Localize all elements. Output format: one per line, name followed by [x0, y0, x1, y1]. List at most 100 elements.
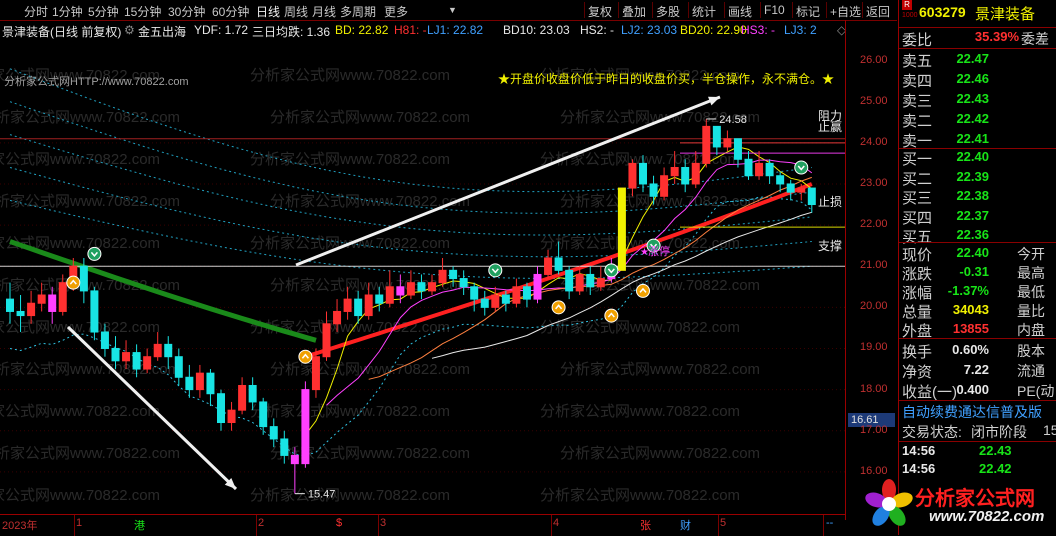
candle: [480, 298, 489, 308]
tick-row: 14:56 22.43: [902, 443, 1012, 458]
time-label: 张: [640, 520, 651, 532]
stop-profit-label: 止赢: [818, 119, 842, 134]
candle: [776, 175, 785, 185]
price-axis: 16.61 26.00 25.00 24.00 23.00 22.00 21.00 20.0…: [845, 20, 898, 520]
time-label: 财: [680, 520, 691, 532]
indicator-value-10: LJ3: 2: [784, 23, 817, 37]
candle: [375, 294, 384, 304]
candle: [670, 167, 679, 177]
ask-row[interactable]: 卖二 22.42: [899, 109, 1056, 130]
time-axis: 2023年 1 港 2 $3 4 张 财 5 --: [0, 514, 845, 536]
stat-row[interactable]: 外盘 13855 内盘: [899, 319, 1056, 340]
toolbar-4[interactable]: 30分钟: [168, 3, 205, 20]
svg-text:分析家公式网www.70822.com: 分析家公式网www.70822.com: [250, 403, 450, 420]
candle: [512, 286, 521, 304]
indicator-value-7: LJ2: 23.03: [621, 23, 678, 37]
weibi-row: 委比 35.39% 委差: [902, 29, 1049, 49]
stat2-row[interactable]: 换手 0.60% 股本: [899, 340, 1056, 361]
toolbar-9[interactable]: 多周期: [340, 3, 376, 20]
svg-text:分析家公式网www.70822.com: 分析家公式网www.70822.com: [0, 235, 160, 252]
star-icon: ★: [640, 247, 649, 258]
svg-text:分析家公式网www.70822.com: 分析家公式网www.70822.com: [250, 67, 450, 84]
candle: [206, 372, 215, 395]
ask-row[interactable]: 卖三 22.43: [899, 89, 1056, 110]
stat-row[interactable]: 涨幅 -1.37% 最低: [899, 281, 1056, 302]
sell-signal-icon: [87, 246, 102, 261]
bid-row[interactable]: 买三 22.38: [899, 186, 1056, 207]
kline-svg[interactable]: 分析家公式网www.70822.com 分析家公式网www.70822.com 分析…: [0, 40, 845, 513]
price-tick: 19.00: [860, 341, 888, 354]
ask-row[interactable]: 卖一 22.41: [899, 129, 1056, 150]
toolbar-right-3[interactable]: 统计: [692, 3, 716, 20]
settings-gear-icon[interactable]: ⚙: [124, 23, 135, 37]
stat2-row[interactable]: 净资 7.22 流通: [899, 360, 1056, 381]
toolbar-5[interactable]: 60分钟: [212, 3, 249, 20]
toolbar-right-6[interactable]: 标记: [796, 3, 820, 20]
auto-renew-banner[interactable]: 自动续费通达信普及版: [899, 401, 1056, 421]
toolbar-right-5[interactable]: F10: [764, 3, 785, 17]
ask-row[interactable]: 卖四 22.46: [899, 69, 1056, 90]
candle: [343, 298, 352, 312]
candle: [449, 269, 458, 280]
candle: [755, 162, 764, 177]
toolbar-1[interactable]: 1分钟: [52, 3, 83, 20]
toolbar-right-7[interactable]: +自选: [830, 3, 861, 20]
stat-row[interactable]: 现价 22.40 今开: [899, 243, 1056, 264]
toolbar-right-8[interactable]: 返回: [866, 3, 890, 20]
stat-row[interactable]: 总量 34043 量比: [899, 300, 1056, 321]
indicator-info-bar: 景津装备(日线 前复权) ⚙ 金五出海 YDF: 1.72 三日均跌: 1.36 B…: [0, 21, 846, 40]
candle: [681, 167, 690, 185]
toolbar-right-0[interactable]: 复权: [588, 3, 612, 20]
time-label: 4: [553, 517, 560, 529]
candle: [649, 183, 658, 197]
stat-row[interactable]: 涨跌 -0.31 最高: [899, 262, 1056, 283]
candle: [639, 162, 647, 185]
toolbar-10[interactable]: 更多: [384, 3, 408, 20]
toolbar-right-4[interactable]: 画线: [728, 3, 752, 20]
toolbar-8[interactable]: 月线: [312, 3, 336, 20]
price-tick: 25.00: [860, 94, 888, 107]
indicator-name[interactable]: 金五出海: [138, 23, 186, 40]
toolbar-right-2[interactable]: 多股: [656, 3, 680, 20]
candle: [301, 389, 310, 465]
candle: [185, 376, 194, 391]
candle: [660, 175, 669, 197]
svg-text:分析家公式网www.70822.com: 分析家公式网www.70822.com: [540, 487, 740, 504]
candle: [48, 294, 57, 312]
chart-title: 景津装备(日线 前复权): [2, 25, 122, 39]
period-toolbar: 分时 1分钟 5分钟 15分钟 30分钟 60分钟 日线 周线 月线 多周期 更多 ▼ 复权 叠加 多股 统计…: [0, 0, 897, 21]
candle: [554, 257, 563, 271]
candle: [269, 426, 278, 440]
candle: [333, 310, 342, 325]
candle: [438, 269, 447, 284]
bid-row[interactable]: 买四 22.37: [899, 206, 1056, 227]
ask-row[interactable]: 卖五 22.47: [899, 49, 1056, 70]
toolbar-7[interactable]: 周线: [284, 3, 308, 20]
time-label: 5: [720, 517, 727, 529]
stock-header: R 1000 603279 景津装备: [902, 0, 1036, 23]
indicator-value-3: H81: -: [394, 23, 427, 37]
indicator-value-9: HS3: -: [741, 23, 776, 37]
site-watermark: 分析家公式网HTTP://www.70822.com: [4, 74, 189, 88]
stat2-row[interactable]: 收益(一) 0.400 PE(动: [899, 380, 1056, 401]
time-label: 港: [134, 520, 145, 532]
toolbar-3[interactable]: 15分钟: [124, 3, 161, 20]
toolbar-right-1[interactable]: 叠加: [622, 3, 646, 20]
candle: [290, 454, 299, 465]
toolbar-2[interactable]: 5分钟: [88, 3, 119, 20]
svg-text:分析家公式网www.70822.com: 分析家公式网www.70822.com: [0, 361, 180, 378]
bid-row[interactable]: 买二 22.39: [899, 167, 1056, 188]
candle: [100, 331, 109, 349]
price-tick: 26.00: [860, 53, 888, 66]
more-chevron-icon[interactable]: ▼: [448, 5, 457, 15]
time-label: 2: [258, 517, 265, 529]
buy-signal-icon: [298, 349, 313, 364]
time-label: --: [826, 517, 834, 529]
toolbar-6[interactable]: 日线: [256, 3, 280, 20]
candle: [354, 298, 363, 317]
bid-row[interactable]: 买一 22.40: [899, 147, 1056, 168]
candle: [58, 282, 67, 312]
svg-text:分析家公式网www.70822.com: 分析家公式网www.70822.com: [0, 403, 160, 420]
toolbar-0[interactable]: 分时: [24, 3, 48, 20]
kline-chart[interactable]: 分析家公式网www.70822.com 分析家公式网www.70822.com 分析…: [0, 40, 845, 513]
